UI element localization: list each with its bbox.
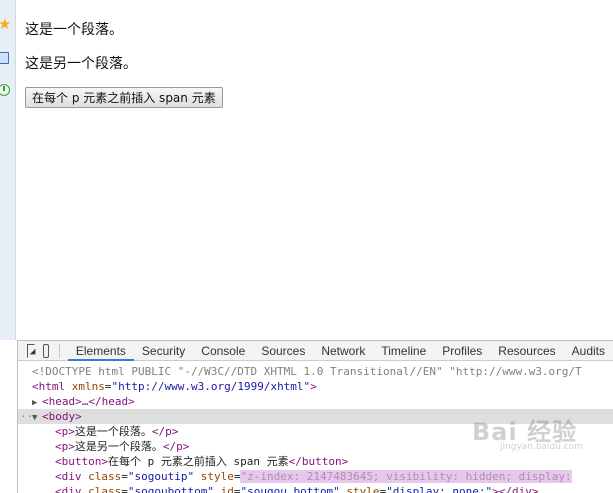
- devtools-toolbar: Elements Security Console Sources Networ…: [18, 340, 613, 361]
- tab-network[interactable]: Network: [313, 341, 373, 361]
- watermark-url: jingyan.baidu.com: [500, 442, 584, 452]
- browser-sidebar: ★: [0, 0, 16, 340]
- dom-line-div-sogoubottom[interactable]: <div class="sogoubottom" id="sougou_bott…: [18, 484, 613, 493]
- p2-text: 这是另一个段落。: [74, 440, 163, 453]
- p1-text: 这是一个段落。: [74, 425, 152, 438]
- div2-open-tag: <div: [55, 485, 82, 493]
- div2-class-value: "sogoubottom": [127, 485, 214, 493]
- div2-id-value: "sougou_bottom": [240, 485, 340, 493]
- p1-open-tag: <p>: [55, 425, 75, 438]
- page-viewport: 这是一个段落。 这是另一个段落。 在每个 p 元素之前插入 span 元素: [25, 0, 613, 340]
- html-attr-value: "http://www.w3.org/1999/xhtml": [111, 380, 311, 393]
- tab-security[interactable]: Security: [134, 341, 193, 361]
- p2-open-tag: <p>: [55, 440, 75, 453]
- baidu-watermark: Bai 经验 jingyan.baidu.com: [472, 412, 583, 452]
- tab-elements[interactable]: Elements: [67, 340, 134, 361]
- div2-id-attr: id: [220, 485, 234, 493]
- body-tag: <body>: [42, 410, 82, 423]
- star-icon[interactable]: ★: [0, 17, 11, 32]
- dom-line-button[interactable]: <button>在每个 p 元素之前插入 span 元素</button>: [18, 454, 613, 469]
- div2-style-value: "display: none;": [386, 485, 493, 493]
- tab-sources[interactable]: Sources: [253, 341, 313, 361]
- device-mode-icon[interactable]: [43, 343, 50, 358]
- p2-close-tag: </p>: [162, 440, 190, 453]
- button-open-tag: <button>: [55, 455, 108, 468]
- inspect-element-icon[interactable]: [27, 343, 36, 358]
- div1-class-attr: class: [88, 470, 122, 483]
- dom-line-html[interactable]: <html xmlns="http://www.w3.org/1999/xhtm…: [18, 379, 613, 394]
- div2-close-tag: ></div>: [492, 485, 539, 493]
- insert-span-button[interactable]: 在每个 p 元素之前插入 span 元素: [25, 87, 223, 108]
- div1-style-attr: style: [200, 470, 234, 483]
- dom-line-head[interactable]: ▶ <head>…</head>: [18, 394, 613, 409]
- more-dots-icon[interactable]: ···: [20, 409, 40, 424]
- html-attr-name: xmlns: [71, 380, 105, 393]
- tab-timeline[interactable]: Timeline: [373, 341, 434, 361]
- div2-style-attr: style: [346, 485, 380, 493]
- tab-resources[interactable]: Resources: [490, 341, 563, 361]
- clock-icon[interactable]: [0, 84, 10, 96]
- dom-line-div-sogoutip[interactable]: <div class="sogoutip" style="z-index: 21…: [18, 469, 613, 484]
- paragraph-2: 这是另一个段落。: [25, 56, 137, 72]
- tab-audits[interactable]: Audits: [564, 341, 613, 361]
- head-collapsed: <head>…</head>: [42, 395, 135, 408]
- div1-class-value: "sogoutip": [127, 470, 195, 483]
- div1-open-tag: <div: [55, 470, 82, 483]
- div1-style-value: "z-index: 2147483645; visibility: hidden…: [240, 470, 572, 483]
- toolbar-divider: [59, 343, 60, 358]
- dom-line-doctype[interactable]: <!DOCTYPE html PUBLIC "-//W3C//DTD XHTML…: [18, 364, 613, 379]
- doctype-text: <!DOCTYPE html PUBLIC "-//W3C//DTD XHTML…: [32, 365, 582, 378]
- paragraph-1: 这是一个段落。: [25, 22, 123, 38]
- div2-class-attr: class: [88, 485, 122, 493]
- tab-profiles[interactable]: Profiles: [434, 341, 490, 361]
- html-tag-close: >: [310, 380, 317, 393]
- tab-console[interactable]: Console: [193, 341, 253, 361]
- button-text: 在每个 p 元素之前插入 span 元素: [107, 455, 289, 468]
- note-icon[interactable]: [0, 52, 9, 64]
- html-tag: <html: [32, 380, 66, 393]
- p1-close-tag: </p>: [151, 425, 179, 438]
- button-close-tag: </button>: [288, 455, 349, 468]
- expand-triangle-icon[interactable]: ▶: [32, 396, 42, 409]
